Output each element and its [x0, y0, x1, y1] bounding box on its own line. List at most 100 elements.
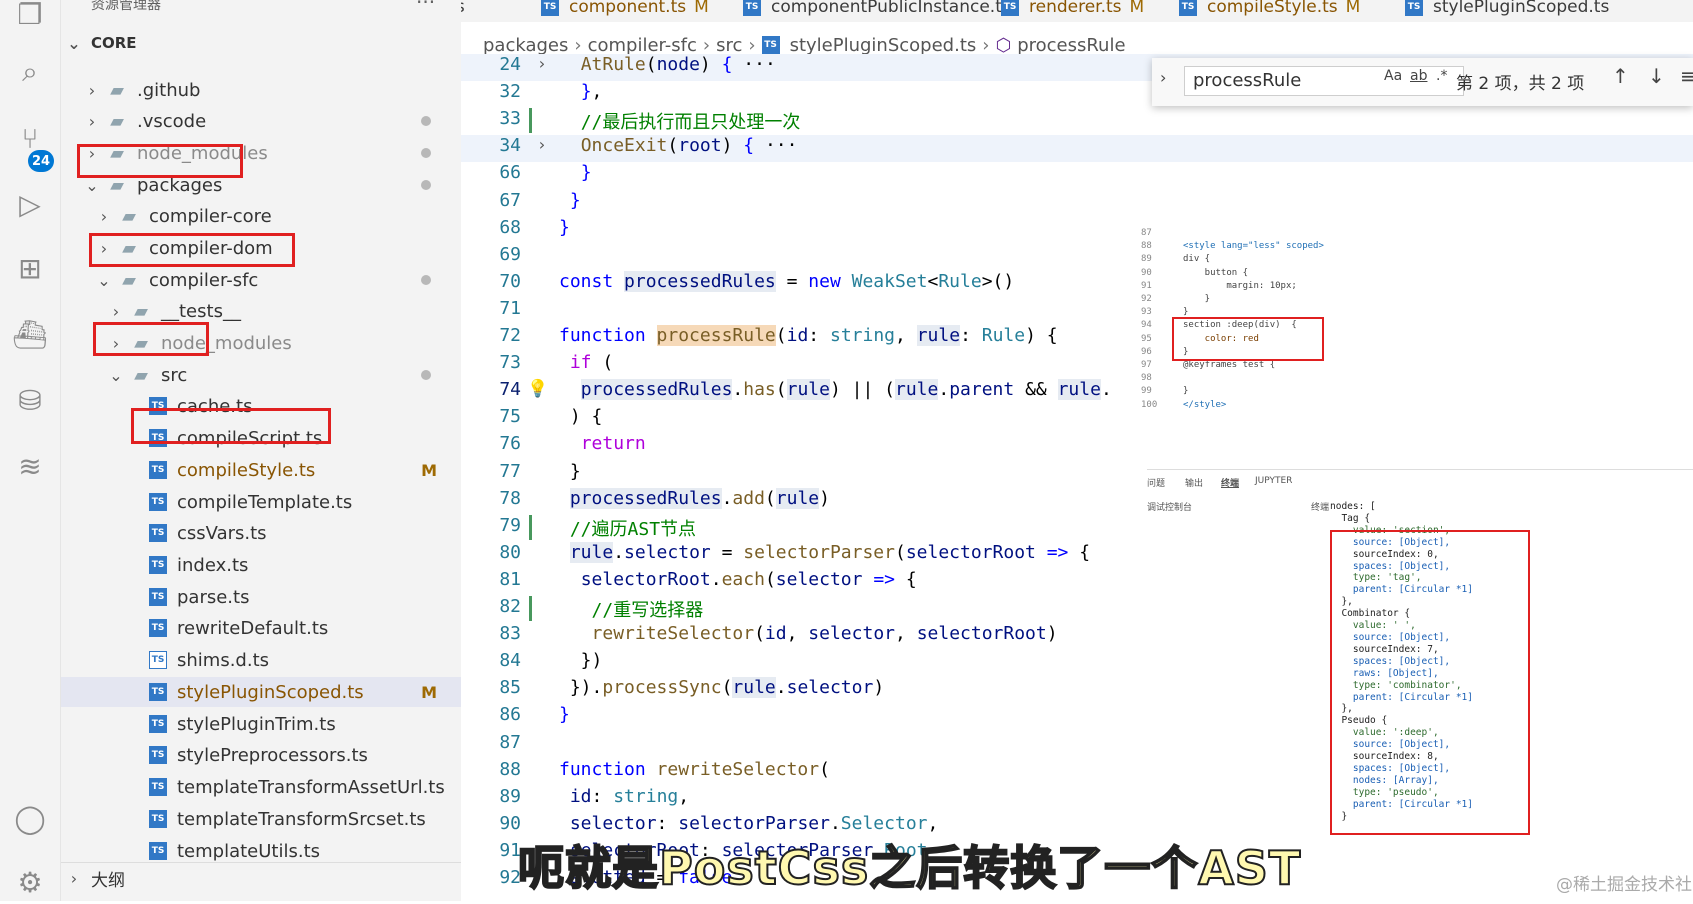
- editor-tab[interactable]: p.ts: [461, 0, 465, 22]
- chevron-down-icon: ⌄: [85, 175, 99, 195]
- code-text: AtRule(node) { ···: [580, 54, 776, 75]
- tree-item[interactable]: › ▰ .vscode: [61, 106, 461, 136]
- tree-item[interactable]: TS stylePluginTrim.ts: [61, 709, 461, 739]
- tree-item-label: templateTransformAssetUrl.ts: [177, 776, 445, 798]
- arrow-down-icon[interactable]: ↓: [1648, 64, 1665, 88]
- database-icon[interactable]: ⛁: [8, 378, 52, 422]
- overlay-line-number: 90: [1141, 267, 1152, 278]
- modified-gutter-marker: [529, 108, 532, 134]
- account-icon[interactable]: ◯: [8, 796, 52, 840]
- code-text: }: [559, 704, 570, 726]
- line-number: 88: [499, 758, 521, 780]
- line-number: 68: [499, 216, 521, 238]
- code-line[interactable]: 34 › OnceExit(root) { ···: [461, 135, 1693, 163]
- chevron-right-icon: ›: [702, 34, 711, 56]
- tree-item-label: compileStyle.ts: [177, 459, 316, 481]
- panel-tab-output[interactable]: 输出: [1185, 476, 1203, 489]
- code-text: OnceExit(root) { ···: [580, 135, 798, 157]
- breadcrumb-item[interactable]: compiler-sfc: [588, 35, 697, 56]
- editor-tab[interactable]: TS renderer.ts M: [1001, 0, 1144, 22]
- tree-item[interactable]: TS templateTransformAssetUrl.ts: [61, 772, 461, 802]
- tree-item[interactable]: ⌄ ▰ src: [61, 360, 461, 390]
- tree-item[interactable]: ⌄ ▰ compiler-sfc: [61, 265, 461, 295]
- overlay-code-line: }: [1183, 307, 1189, 318]
- code-line[interactable]: 33 //最后执行而且只处理一次: [461, 108, 1693, 135]
- match-count: 第 2 项，共 2 项: [1456, 74, 1585, 94]
- typescript-file-icon: TS: [149, 778, 167, 796]
- tree-item-label: stylePluginScoped.ts: [177, 681, 364, 703]
- chevron-right-icon[interactable]: ›: [1160, 68, 1166, 87]
- tree-item[interactable]: TS shims.d.ts: [61, 645, 461, 675]
- code-line[interactable]: 66 }: [461, 162, 1693, 189]
- panel-tab-terminal[interactable]: 终端: [1221, 476, 1239, 489]
- files-icon[interactable]: ❐: [8, 0, 52, 36]
- highlight-box-compiler-sfc: [89, 233, 295, 267]
- regex-toggle[interactable]: .*: [1436, 68, 1447, 84]
- line-number: 69: [499, 243, 521, 265]
- search-icon[interactable]: ⌕: [8, 50, 52, 94]
- tree-item[interactable]: TS templateTransformSrcset.ts: [61, 804, 461, 834]
- lightbulb-icon[interactable]: 💡: [527, 379, 548, 399]
- line-number: 78: [499, 487, 521, 509]
- tree-item-label: compiler-core: [149, 205, 272, 227]
- editor-tab[interactable]: TS stylePluginScoped.ts: [1405, 0, 1609, 22]
- fold-chevron-icon[interactable]: ›: [537, 135, 547, 154]
- panel-tab-problems[interactable]: 问题: [1147, 476, 1165, 489]
- watermark: @稀土掘金技术社区: [1556, 875, 1693, 895]
- menu-icon[interactable]: ≡: [1680, 64, 1693, 88]
- tree-item[interactable]: TS cssVars.ts: [61, 518, 461, 548]
- fold-chevron-icon[interactable]: ›: [537, 54, 547, 73]
- chevron-right-icon: ›: [70, 868, 78, 888]
- overlay-line-number: 92: [1141, 294, 1152, 304]
- typescript-file-icon: TS: [149, 746, 167, 764]
- workspace-section[interactable]: ⌄ CORE: [61, 28, 461, 58]
- breadcrumb-item[interactable]: stylePluginScoped.ts: [790, 35, 977, 56]
- breadcrumb-item[interactable]: packages: [483, 35, 568, 56]
- tree-item[interactable]: › ▰ .github: [61, 75, 461, 105]
- code-text: //遍历AST节点: [569, 518, 697, 540]
- whole-word-toggle[interactable]: ab: [1410, 68, 1427, 84]
- tree-item[interactable]: › ▰ compiler-core: [61, 201, 461, 231]
- tree-item[interactable]: TS compileTemplate.ts: [61, 487, 461, 517]
- code-text: selectorRoot.each(selector => {: [580, 568, 917, 590]
- editor-tab[interactable]: TS component.ts M: [541, 0, 709, 22]
- line-number: 82: [499, 596, 521, 617]
- tree-item-label: stylePluginTrim.ts: [177, 713, 336, 735]
- arrow-up-icon[interactable]: ↑: [1612, 64, 1629, 88]
- code-text: }): [559, 650, 603, 672]
- explorer-sidebar: 资源管理器 ··· ⌄ CORE › ▰ .github › ▰ .vscode › ▰ nod…: [61, 0, 461, 901]
- breadcrumb-item[interactable]: src: [716, 35, 742, 56]
- typescript-file-icon: TS: [149, 651, 167, 669]
- match-case-toggle[interactable]: Aa: [1384, 68, 1402, 84]
- tree-item[interactable]: TS stylePluginScoped.ts M: [61, 677, 461, 707]
- tree-item[interactable]: TS rewriteDefault.ts: [61, 613, 461, 643]
- panel-tab-jupyter[interactable]: JUPYTER: [1255, 476, 1292, 486]
- editor-tab[interactable]: TS compileStyle.ts M: [1179, 0, 1360, 22]
- line-number: 77: [499, 460, 521, 482]
- code-line[interactable]: 67 }: [461, 190, 1693, 217]
- changes-dot: [421, 275, 431, 285]
- breadcrumb-item[interactable]: processRule: [1017, 35, 1125, 56]
- tree-item[interactable]: TS index.ts: [61, 550, 461, 580]
- outline-section[interactable]: › 大纲: [61, 862, 461, 893]
- tab-label: p.ts: [461, 0, 465, 17]
- folder-icon: ▰: [122, 269, 136, 291]
- changes-dot: [421, 180, 431, 190]
- layers-icon[interactable]: ≋: [8, 444, 52, 488]
- code-text: //最后执行而且只处理一次: [580, 112, 801, 134]
- editor-tab[interactable]: TS componentPublicInstance.ts: [743, 0, 1011, 22]
- tree-item-label: __tests__: [161, 300, 241, 322]
- extensions-icon[interactable]: ⊞: [8, 246, 52, 290]
- run-debug-icon[interactable]: ▷: [8, 182, 52, 226]
- tree-item-label: index.ts: [177, 554, 249, 576]
- more-actions-button[interactable]: ···: [416, 0, 435, 14]
- tab-label: renderer.ts: [1029, 0, 1122, 17]
- typescript-file-icon: TS: [1405, 0, 1423, 16]
- tree-item[interactable]: TS parse.ts: [61, 582, 461, 612]
- overlay-line-number: 93: [1141, 307, 1152, 318]
- gear-icon[interactable]: ⚙: [8, 860, 52, 904]
- docker-icon[interactable]: ⛴: [8, 312, 52, 356]
- tree-item[interactable]: TS stylePreprocessors.ts: [61, 740, 461, 770]
- overlay-code-line: button {: [1183, 267, 1249, 278]
- tree-item[interactable]: TS compileStyle.ts M: [61, 455, 461, 485]
